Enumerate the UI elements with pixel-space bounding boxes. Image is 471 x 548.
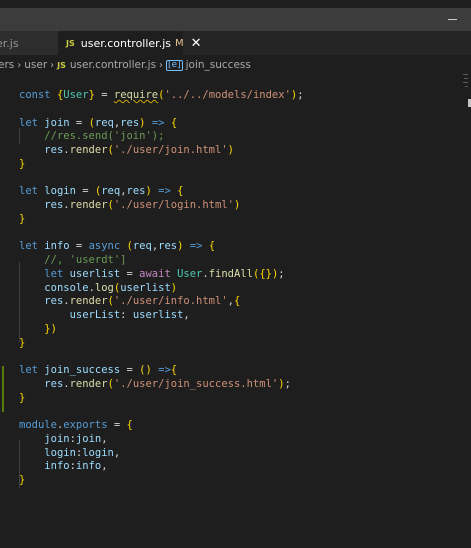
- minimize-icon[interactable]: [448, 19, 457, 20]
- tab-user-controller-js[interactable]: JS user.controller.js M ✕: [58, 31, 202, 55]
- javascript-file-icon: JS: [57, 60, 66, 70]
- minimap-line: [463, 74, 468, 75]
- code-line: const {User} = require('../../models/ind…: [19, 89, 304, 101]
- chevron-right-icon: ›: [159, 59, 164, 71]
- title-bar: [0, 0, 471, 8]
- chevron-right-icon: ›: [50, 59, 55, 71]
- menu-bar: [0, 8, 471, 31]
- javascript-file-icon: JS: [66, 38, 75, 48]
- code-line: info:info,: [44, 460, 108, 473]
- code-line: res.render('./user/join.html'): [44, 144, 234, 156]
- code-line: res.render('./user/join_success.html');: [44, 377, 291, 390]
- modified-badge: M: [174, 37, 184, 49]
- code-line: }: [19, 391, 26, 404]
- variable-symbol-icon: [e]: [166, 59, 183, 71]
- modified-lines-indicator: [2, 366, 4, 412]
- close-icon[interactable]: ✕: [191, 36, 202, 51]
- breadcrumb: ers › user › JS user.controller.js › [e]…: [0, 56, 471, 74]
- tab-label: er.js: [0, 36, 19, 50]
- breadcrumb-item-ers[interactable]: ers: [0, 59, 14, 71]
- tab-label: user.controller.js: [80, 36, 171, 50]
- breadcrumb-item-file[interactable]: user.controller.js: [70, 59, 156, 71]
- code-line: }: [19, 157, 26, 170]
- minimap-line: [465, 86, 468, 87]
- minimap-line: [463, 82, 468, 83]
- code-editor[interactable]: const {User} = require('../../models/ind…: [0, 74, 471, 548]
- chevron-right-icon: ›: [17, 59, 22, 71]
- tab-er-js[interactable]: er.js: [0, 31, 58, 55]
- code-line: }: [19, 336, 26, 349]
- tab-bar: er.js JS user.controller.js M ✕: [0, 31, 471, 55]
- code-line: }: [19, 474, 26, 486]
- code-line: res.render('./user/login.html'): [44, 199, 241, 211]
- code-line: }: [19, 212, 26, 225]
- breadcrumb-item-user[interactable]: user: [24, 59, 47, 71]
- breadcrumb-item-symbol[interactable]: join_success: [186, 59, 251, 71]
- minimap-line: [464, 78, 468, 79]
